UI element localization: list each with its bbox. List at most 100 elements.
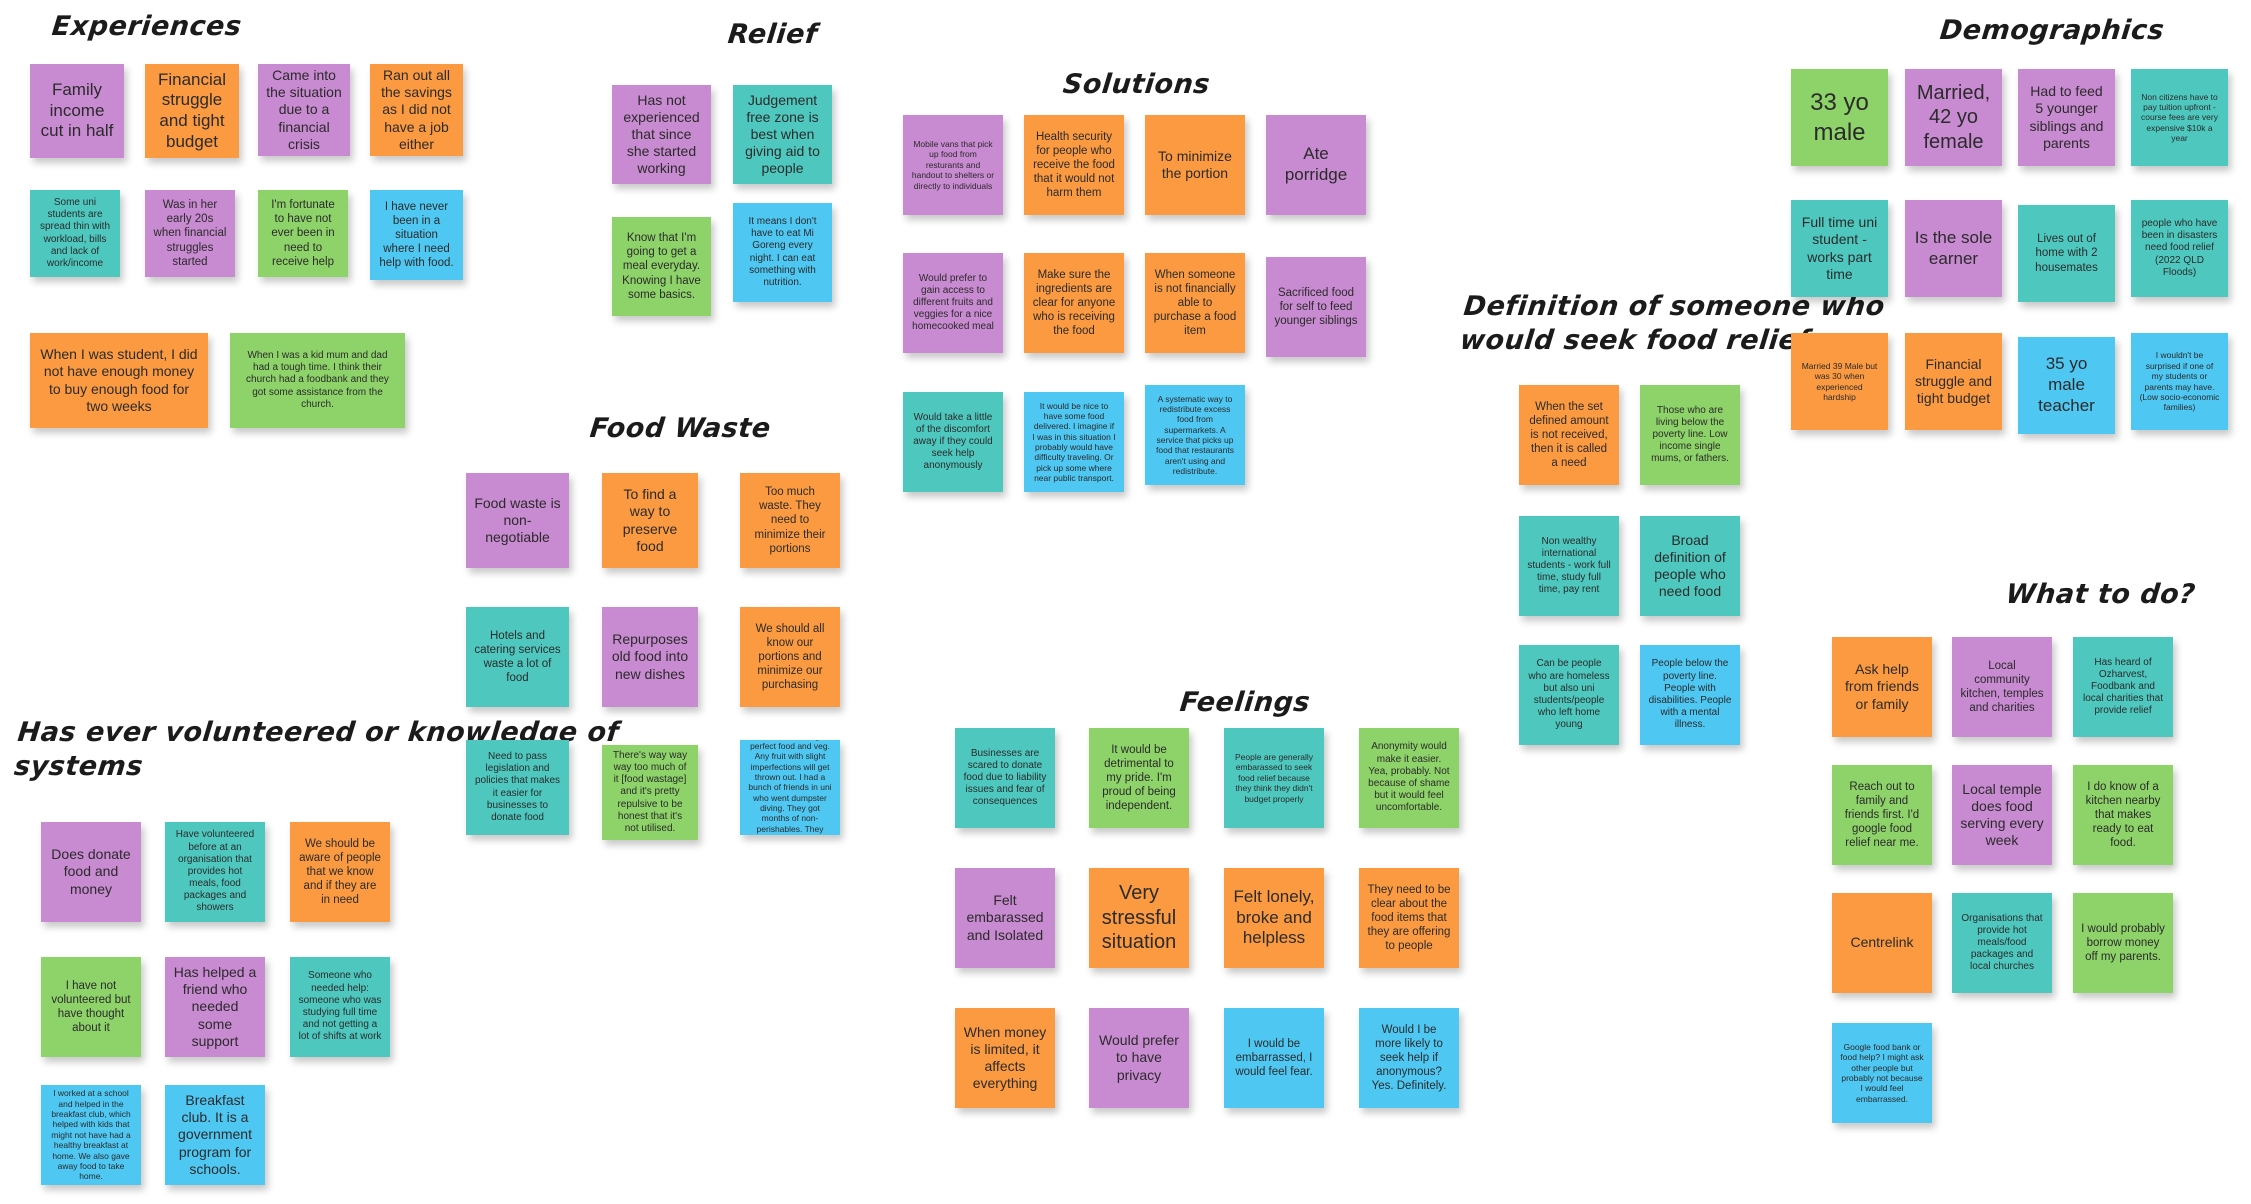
sticky-note[interactable]: We should be aware of people that we kno… bbox=[290, 822, 390, 922]
whiteboard-canvas[interactable]: Experiences Relief Solutions Demographics Fo… bbox=[0, 0, 2251, 1204]
sticky-note[interactable]: There's way way way too much of it [food… bbox=[602, 745, 698, 840]
sticky-note[interactable]: When I was a kid mum and dad had a tough… bbox=[230, 333, 405, 428]
sticky-note[interactable]: Lives out of home with 2 housemates bbox=[2018, 205, 2115, 302]
sticky-note[interactable]: Came into the situation due to a financi… bbox=[258, 64, 350, 156]
sticky-note[interactable]: Mobile vans that pick up food from restu… bbox=[903, 115, 1003, 215]
sticky-note-text: Someone who needed help: someone who was… bbox=[298, 970, 382, 1043]
sticky-note[interactable]: It would be nice to have some food deliv… bbox=[1024, 392, 1124, 492]
sticky-note[interactable]: Too much waste. They need to minimize th… bbox=[740, 473, 840, 568]
sticky-note-text: Would prefer to have privacy bbox=[1099, 1032, 1179, 1083]
sticky-note[interactable]: Non wealthy international students - wor… bbox=[1519, 516, 1619, 616]
sticky-note[interactable]: people who have been in disasters need f… bbox=[2131, 200, 2228, 297]
sticky-note[interactable]: Would I be more likely to seek help if a… bbox=[1359, 1008, 1459, 1108]
sticky-note[interactable]: There's too much focus on having perfect… bbox=[740, 740, 840, 835]
sticky-note[interactable]: Married 39 Male but was 30 when experien… bbox=[1791, 333, 1888, 430]
sticky-note[interactable]: Broad definition of people who need food bbox=[1640, 516, 1740, 616]
sticky-note[interactable]: Non citizens have to pay tuition upfront… bbox=[2131, 69, 2228, 166]
sticky-note[interactable]: Ran out all the savings as I did not hav… bbox=[370, 64, 463, 156]
sticky-note[interactable]: Was in her early 20s when financial stru… bbox=[145, 190, 235, 277]
sticky-note[interactable]: A systematic way to redistribute excess … bbox=[1145, 385, 1245, 485]
sticky-note[interactable]: Full time uni student - works part time bbox=[1791, 200, 1888, 297]
sticky-note[interactable]: Has heard of Ozharvest, Foodbank and loc… bbox=[2073, 637, 2173, 737]
sticky-note[interactable]: I would probably borrow money off my par… bbox=[2073, 893, 2173, 993]
sticky-note[interactable]: Food waste is non-negotiable bbox=[466, 473, 569, 568]
sticky-note[interactable]: Ask help from friends or family bbox=[1832, 637, 1932, 737]
sticky-note[interactable]: Anonymity would make it easier. Yea, pro… bbox=[1359, 728, 1459, 828]
sticky-note-text: I worked at a school and helped in the b… bbox=[51, 1088, 131, 1182]
sticky-note[interactable]: Has helped a friend who needed some supp… bbox=[165, 957, 265, 1057]
sticky-note[interactable]: Some uni students are spread thin with w… bbox=[30, 190, 120, 277]
sticky-note[interactable]: Married, 42 yo female bbox=[1905, 69, 2002, 166]
sticky-note[interactable]: Organisations that provide hot meals/foo… bbox=[1952, 893, 2052, 993]
sticky-note[interactable]: 33 yo male bbox=[1791, 69, 1888, 166]
sticky-note[interactable]: Have volunteered before at an organisati… bbox=[165, 822, 265, 922]
sticky-note[interactable]: Has not experienced that since she start… bbox=[612, 85, 711, 184]
sticky-note[interactable]: People below the poverty line. People wi… bbox=[1640, 645, 1740, 745]
sticky-note-text: Has helped a friend who needed some supp… bbox=[173, 964, 257, 1049]
sticky-note-text: Very stressful situation bbox=[1101, 882, 1177, 954]
sticky-note-text: Felt lonely, broke and helpless bbox=[1233, 886, 1315, 948]
sticky-note[interactable]: When someone is not financially able to … bbox=[1145, 253, 1245, 353]
sticky-note[interactable]: 35 yo male teacher bbox=[2018, 337, 2115, 434]
sticky-note[interactable]: I'm fortunate to have not ever been in n… bbox=[258, 190, 348, 277]
sticky-note[interactable]: Need to pass legislation and policies th… bbox=[466, 740, 569, 835]
sticky-note[interactable]: Financial struggle and tight budget bbox=[145, 64, 239, 158]
sticky-note[interactable]: Financial struggle and tight budget bbox=[1905, 333, 2002, 430]
sticky-note[interactable]: Would prefer to have privacy bbox=[1089, 1008, 1189, 1108]
sticky-note[interactable]: I wouldn't be surprised if one of my stu… bbox=[2131, 333, 2228, 430]
sticky-note-text: Judgement free zone is best when giving … bbox=[745, 91, 820, 177]
sticky-note-text: Does donate food and money bbox=[51, 846, 131, 897]
sticky-note[interactable]: Reach out to family and friends first. I… bbox=[1832, 765, 1932, 865]
sticky-note[interactable]: Felt lonely, broke and helpless bbox=[1224, 868, 1324, 968]
sticky-note[interactable]: Health security for people who receive t… bbox=[1024, 115, 1124, 215]
sticky-note[interactable]: They need to be clear about the food ite… bbox=[1359, 868, 1459, 968]
sticky-note-text: Google food bank or food help? I might a… bbox=[1840, 1041, 1924, 1104]
sticky-note-text: People below the poverty line. People wi… bbox=[1648, 658, 1732, 731]
sticky-note[interactable]: When the set defined amount is not recei… bbox=[1519, 385, 1619, 485]
sticky-note[interactable]: To find a way to preserve food bbox=[602, 473, 698, 568]
sticky-note[interactable]: I do know of a kitchen nearby that makes… bbox=[2073, 765, 2173, 865]
sticky-note[interactable]: Know that I'm going to get a meal everyd… bbox=[612, 217, 711, 316]
sticky-note[interactable]: Repurposes old food into new dishes bbox=[602, 607, 698, 707]
sticky-note-text: It means I don't have to eat Mi Goreng e… bbox=[748, 215, 817, 288]
sticky-note-text: Ate porridge bbox=[1284, 144, 1348, 184]
sticky-note[interactable]: Does donate food and money bbox=[41, 822, 141, 922]
sticky-note[interactable]: Ate porridge bbox=[1266, 115, 1366, 215]
sticky-note[interactable]: Is the sole earner bbox=[1905, 200, 2002, 297]
sticky-note[interactable]: Sacrificed food for self to feed younger… bbox=[1266, 257, 1366, 357]
sticky-note[interactable]: I have not volunteered but have thought … bbox=[41, 957, 141, 1057]
sticky-note[interactable]: Would take a little of the discomfort aw… bbox=[903, 392, 1003, 492]
sticky-note[interactable]: Local temple does food serving every wee… bbox=[1952, 765, 2052, 865]
section-title-experiences: Experiences bbox=[50, 11, 244, 42]
sticky-note[interactable]: It would be detrimental to my pride. I'm… bbox=[1089, 728, 1189, 828]
sticky-note[interactable]: Judgement free zone is best when giving … bbox=[733, 85, 832, 184]
sticky-note-text: Some uni students are spread thin with w… bbox=[39, 196, 111, 269]
sticky-note[interactable]: Someone who needed help: someone who was… bbox=[290, 957, 390, 1057]
sticky-note[interactable]: Felt embarassed and Isolated bbox=[955, 868, 1055, 968]
section-title-feelings: Feelings bbox=[1178, 687, 1312, 718]
sticky-note[interactable]: Centrelink bbox=[1832, 893, 1932, 993]
sticky-note[interactable]: I worked at a school and helped in the b… bbox=[41, 1085, 141, 1185]
sticky-note[interactable]: It means I don't have to eat Mi Goreng e… bbox=[733, 203, 832, 302]
sticky-note[interactable]: I would be embarrassed, I would feel fea… bbox=[1224, 1008, 1324, 1108]
sticky-note[interactable]: Google food bank or food help? I might a… bbox=[1832, 1023, 1932, 1123]
sticky-note-text: Centrelink bbox=[1850, 934, 1914, 951]
sticky-note[interactable]: Family income cut in half bbox=[30, 64, 124, 158]
sticky-note[interactable]: Those who are living below the poverty l… bbox=[1640, 385, 1740, 485]
sticky-note[interactable]: Breakfast club. It is a government progr… bbox=[165, 1085, 265, 1185]
sticky-note[interactable]: Businesses are scared to donate food due… bbox=[955, 728, 1055, 828]
sticky-note[interactable]: Very stressful situation bbox=[1089, 868, 1189, 968]
sticky-note[interactable]: Make sure the ingredients are clear for … bbox=[1024, 253, 1124, 353]
sticky-note[interactable]: Hotels and catering services waste a lot… bbox=[466, 607, 569, 707]
sticky-note[interactable]: When I was student, I did not have enoug… bbox=[30, 333, 208, 428]
sticky-note[interactable]: Can be people who are homeless but also … bbox=[1519, 645, 1619, 745]
sticky-note[interactable]: Would prefer to gain access to different… bbox=[903, 253, 1003, 353]
sticky-note[interactable]: When money is limited, it affects everyt… bbox=[955, 1008, 1055, 1108]
sticky-note[interactable]: I have never been in a situation where I… bbox=[370, 190, 463, 280]
sticky-note-text: Would take a little of the discomfort aw… bbox=[913, 411, 993, 472]
sticky-note[interactable]: Local community kitchen, temples and cha… bbox=[1952, 637, 2052, 737]
sticky-note[interactable]: People are generally embarassed to seek … bbox=[1224, 728, 1324, 828]
sticky-note[interactable]: We should all know our portions and mini… bbox=[740, 607, 840, 707]
sticky-note[interactable]: Had to feed 5 younger siblings and paren… bbox=[2018, 69, 2115, 166]
sticky-note[interactable]: To minimize the portion bbox=[1145, 115, 1245, 215]
